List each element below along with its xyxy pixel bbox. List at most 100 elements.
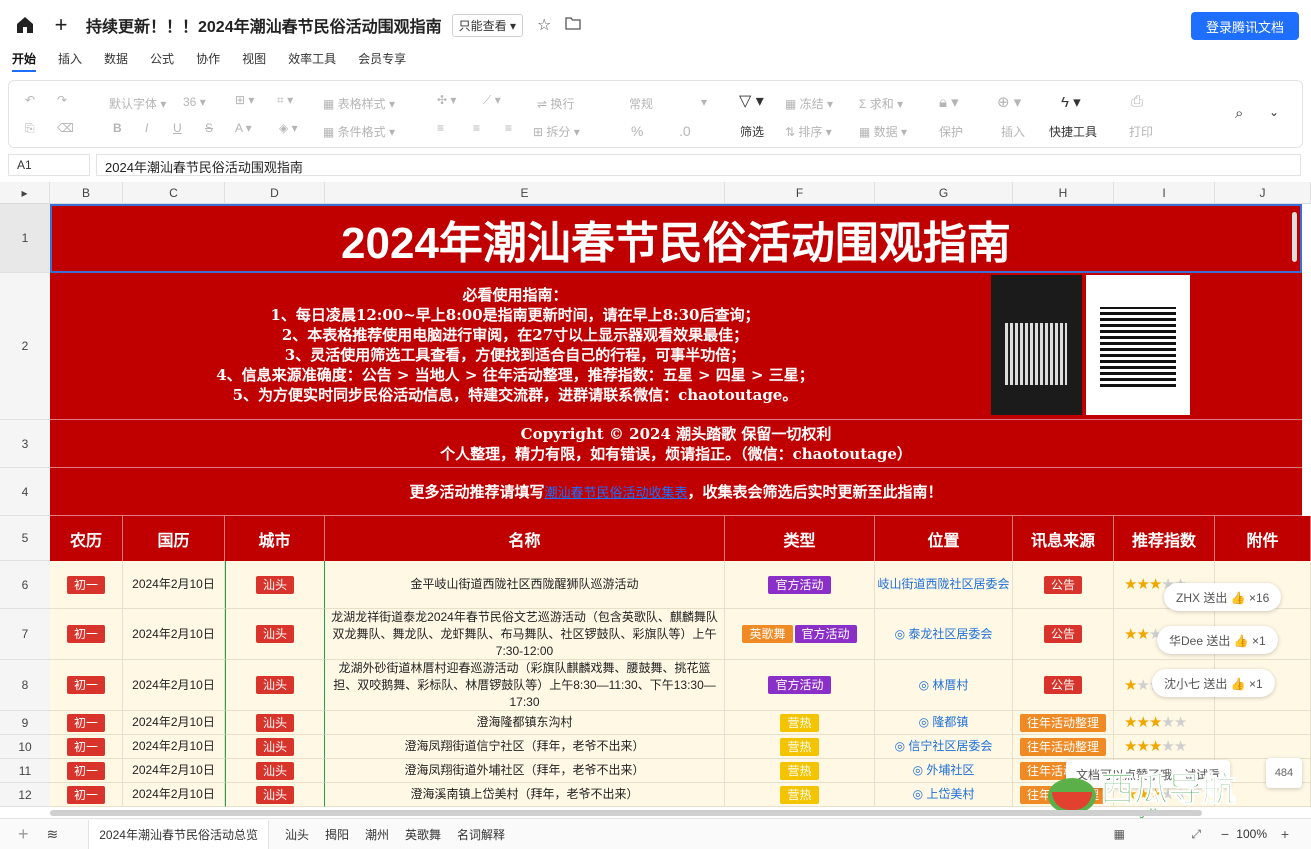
header-cell-0[interactable]: 农历 bbox=[50, 516, 123, 561]
sheet-tab-2[interactable]: 揭阳 bbox=[325, 826, 349, 843]
cell-reference[interactable]: A1 bbox=[8, 154, 90, 176]
underline-icon[interactable]: U bbox=[173, 121, 182, 135]
search-icon[interactable]: ⌕ bbox=[1235, 105, 1243, 122]
location-cell[interactable]: 岐山街道西陇社区居委会 bbox=[875, 561, 1013, 609]
header-cell-7[interactable]: 推荐指数 bbox=[1114, 516, 1215, 561]
location-link[interactable]: ◎ 泰龙社区居委会 bbox=[895, 626, 993, 643]
strikethrough-icon[interactable]: S bbox=[205, 121, 213, 135]
type-cell[interactable]: 官方活动 bbox=[725, 660, 875, 711]
quick-tools-icon[interactable]: ϟ ▾ bbox=[1061, 93, 1081, 111]
protect-button[interactable]: 保护 bbox=[939, 123, 963, 140]
menu-item-5[interactable]: 视图 bbox=[242, 50, 266, 72]
star-icon[interactable]: ☆ bbox=[537, 15, 551, 35]
row-header-9[interactable]: 9 bbox=[0, 711, 50, 735]
row-header-7[interactable]: 7 bbox=[0, 609, 50, 660]
print-button[interactable]: 打印 bbox=[1129, 123, 1153, 140]
filter-button[interactable]: 筛选 bbox=[740, 123, 764, 140]
city-cell[interactable]: 汕头 bbox=[225, 759, 325, 783]
table-style-select[interactable]: ▦ 表格样式 ▾ bbox=[323, 95, 395, 112]
border-icon[interactable]: ⊞ ▾ bbox=[235, 93, 254, 107]
align-center-icon[interactable]: ≡ bbox=[473, 121, 480, 135]
location-cell[interactable]: ◎ 隆都镇 bbox=[875, 711, 1013, 735]
header-cell-2[interactable]: 城市 bbox=[225, 516, 325, 561]
column-header-F[interactable]: F bbox=[725, 182, 875, 204]
city-cell[interactable]: 汕头 bbox=[225, 609, 325, 660]
font-color-icon[interactable]: A ▾ bbox=[235, 121, 252, 135]
date-cell[interactable]: 2024年2月10日 bbox=[123, 783, 225, 807]
horizontal-scrollbar[interactable] bbox=[50, 810, 1202, 816]
city-cell[interactable]: 汕头 bbox=[225, 735, 325, 759]
location-link[interactable]: 岐山街道西陇社区居委会 bbox=[877, 576, 1009, 593]
column-header-G[interactable]: G bbox=[875, 182, 1013, 204]
row-header-12[interactable]: 12 bbox=[0, 783, 50, 807]
fill-color-icon[interactable]: ◈ ▾ bbox=[279, 121, 298, 135]
cond-format-select[interactable]: ▦ 条件格式 ▾ bbox=[323, 123, 395, 140]
location-cell[interactable]: ◎ 上岱美村 bbox=[875, 783, 1013, 807]
rating-cell[interactable]: ★★★★★ bbox=[1114, 735, 1215, 759]
lunar-cell[interactable]: 初一 bbox=[50, 711, 123, 735]
city-cell[interactable]: 汕头 bbox=[225, 711, 325, 735]
percent-icon[interactable]: % bbox=[631, 123, 643, 139]
sheet-tab-0[interactable]: 2024年潮汕春节民俗活动总览 bbox=[88, 819, 269, 849]
data-button[interactable]: ▦ 数据 ▾ bbox=[859, 123, 907, 140]
lock-icon[interactable]: 🔒︎ ▾ bbox=[939, 93, 959, 111]
row-header-2[interactable]: 2 bbox=[0, 273, 50, 420]
name-cell[interactable]: 澄海隆都镇东沟村 bbox=[325, 711, 725, 735]
header-cell-4[interactable]: 类型 bbox=[725, 516, 875, 561]
type-cell[interactable]: 营热 bbox=[725, 783, 875, 807]
zoom-in-icon[interactable]: + bbox=[1281, 826, 1289, 842]
zoom-out-icon[interactable]: − bbox=[1221, 826, 1229, 842]
date-cell[interactable]: 2024年2月10日 bbox=[123, 711, 225, 735]
format-painter-icon[interactable]: ⎘ bbox=[25, 121, 35, 136]
city-cell[interactable]: 汕头 bbox=[225, 660, 325, 711]
menu-item-2[interactable]: 数据 bbox=[104, 50, 128, 72]
city-cell[interactable]: 汕头 bbox=[225, 561, 325, 609]
lunar-cell[interactable]: 初一 bbox=[50, 783, 123, 807]
date-cell[interactable]: 2024年2月10日 bbox=[123, 609, 225, 660]
align-icon[interactable]: ✣ ▾ bbox=[437, 93, 456, 107]
collapse-chevron-icon[interactable]: ⌄ bbox=[1269, 105, 1279, 119]
merge-icon[interactable]: ⌗ ▾ bbox=[277, 93, 293, 108]
column-header-J[interactable]: J bbox=[1215, 182, 1311, 204]
guide-cell[interactable]: 必看使用指南： 1、每日凌晨12:00~早上8:00是指南更新时间，请在早上8:… bbox=[50, 273, 1302, 420]
type-cell[interactable]: 英歌舞 官方活动 bbox=[725, 609, 875, 660]
row-header-10[interactable]: 10 bbox=[0, 735, 50, 759]
type-cell[interactable]: 营热 bbox=[725, 759, 875, 783]
decimal-icon[interactable]: .0 bbox=[679, 123, 691, 139]
folder-icon[interactable] bbox=[565, 16, 581, 35]
sheet-tab-5[interactable]: 名词解释 bbox=[457, 826, 505, 843]
location-link[interactable]: ◎ 信宁社区居委会 bbox=[895, 738, 993, 755]
number-format-select[interactable]: 常规 bbox=[629, 95, 653, 112]
column-header-B[interactable]: B bbox=[50, 182, 123, 204]
split-button[interactable]: ⊞ 拆分 ▾ bbox=[533, 123, 580, 140]
row-header-8[interactable]: 8 bbox=[0, 660, 50, 711]
sort-button[interactable]: ⇅ 排序 ▾ bbox=[785, 123, 832, 140]
menu-item-4[interactable]: 协作 bbox=[196, 50, 220, 72]
column-header-C[interactable]: C bbox=[123, 182, 225, 204]
formula-input[interactable]: 2024年潮汕春节民俗活动围观指南 bbox=[96, 154, 1301, 176]
rotate-icon[interactable]: ⟋ ▾ bbox=[483, 93, 501, 108]
column-header-E[interactable]: E bbox=[325, 182, 725, 204]
column-header-H[interactable]: H bbox=[1013, 182, 1114, 204]
row-header-6[interactable]: 6 bbox=[0, 561, 50, 609]
row-header-4[interactable]: 4 bbox=[0, 468, 50, 516]
printer-icon[interactable]: ⎙ bbox=[1131, 93, 1143, 110]
insert-button[interactable]: 插入 bbox=[1001, 123, 1025, 140]
menu-item-1[interactable]: 插入 bbox=[58, 50, 82, 72]
row-header-11[interactable]: 11 bbox=[0, 759, 50, 783]
date-cell[interactable]: 2024年2月10日 bbox=[123, 660, 225, 711]
login-button[interactable]: 登录腾讯文档 bbox=[1191, 12, 1299, 40]
align-right-icon[interactable]: ≡ bbox=[505, 121, 512, 135]
like-count[interactable]: 484 bbox=[1266, 758, 1302, 788]
fullscreen-icon[interactable]: ⤢ bbox=[1191, 827, 1201, 842]
cell-scroll-handle[interactable] bbox=[1292, 212, 1297, 262]
date-cell[interactable]: 2024年2月10日 bbox=[123, 759, 225, 783]
location-link[interactable]: ◎ 林厝村 bbox=[919, 677, 969, 694]
sheet-tab-4[interactable]: 英歌舞 bbox=[405, 826, 441, 843]
name-cell[interactable]: 澄海凤翔街道外埔社区（拜年，老爷不出来） bbox=[325, 759, 725, 783]
source-cell[interactable]: 往年活动整理 bbox=[1013, 711, 1114, 735]
location-link[interactable]: ◎ 上岱美村 bbox=[913, 786, 975, 803]
select-all-corner[interactable]: ▸ bbox=[0, 182, 50, 204]
header-cell-3[interactable]: 名称 bbox=[325, 516, 725, 561]
new-doc-icon[interactable]: + bbox=[50, 14, 72, 36]
